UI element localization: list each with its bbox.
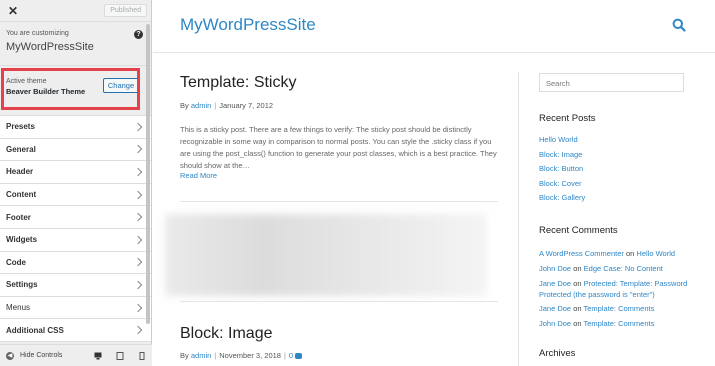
active-theme-section: Active theme Beaver Builder Theme Change <box>0 66 151 116</box>
comment-author-link[interactable]: John Doe <box>539 264 571 273</box>
published-button[interactable]: Published <box>104 4 147 17</box>
chevron-right-icon <box>133 167 143 177</box>
recent-post-link[interactable]: Block: Gallery <box>539 191 704 206</box>
menu-item-label: Presets <box>6 122 35 132</box>
chevron-right-icon <box>133 280 143 290</box>
post-date: November 3, 2018 <box>219 351 281 360</box>
help-icon[interactable]: ? <box>134 30 143 39</box>
meta-by: By <box>180 351 189 360</box>
recent-post-link[interactable]: Block: Image <box>539 148 704 163</box>
author-link[interactable]: admin <box>191 101 211 110</box>
comment-post-link[interactable]: Template: Comments <box>584 304 655 313</box>
search-icon[interactable] <box>672 18 686 32</box>
menu-item-label: Footer <box>6 212 31 222</box>
customizing-label: You are customizing <box>6 30 69 37</box>
post-date: January 7, 2012 <box>219 101 274 110</box>
hide-controls-button[interactable]: Hide Controls <box>20 352 62 359</box>
menu-item-label: General <box>6 144 36 154</box>
close-icon[interactable]: ✕ <box>6 4 20 18</box>
recent-posts-list: Hello World Block: Image Block: Button B… <box>539 133 704 206</box>
author-link[interactable]: admin <box>191 351 211 360</box>
menu-item-label: Additional CSS <box>6 325 64 335</box>
customizer-footer: ◀ Hide Controls <box>0 344 152 366</box>
menu-item-additional-css[interactable]: Additional CSS <box>0 319 151 342</box>
menu-item-header[interactable]: Header <box>0 161 151 184</box>
archives-title: Archives <box>539 348 576 359</box>
recent-posts-title: Recent Posts <box>539 113 596 124</box>
menu-item-label: Code <box>6 257 26 267</box>
recent-comment: John Doe on Edge Case: No Content <box>539 263 663 273</box>
recent-comments-list: A WordPress Commenter on Hello World Joh… <box>539 248 704 333</box>
post-meta: By admin | January 7, 2012 <box>180 101 274 110</box>
customizing-site-name: MyWordPressSite <box>6 41 94 53</box>
chevron-right-icon <box>133 212 143 222</box>
site-title[interactable]: MyWordPressSite <box>180 15 316 35</box>
comment-post-link[interactable]: Template: Comments <box>584 319 655 328</box>
comment-count-link[interactable]: 0 <box>289 351 293 360</box>
chevron-right-icon <box>133 258 143 267</box>
comment-icon <box>295 353 303 360</box>
read-more-link[interactable]: Read More <box>180 171 217 180</box>
menu-item-widgets[interactable]: Widgets <box>0 228 151 252</box>
menu-item-general[interactable]: General <box>0 138 151 162</box>
customizing-info: You are customizing MyWordPressSite ? <box>0 22 151 66</box>
chevron-right-icon <box>133 190 143 199</box>
customizer-header: ✕ Published <box>0 0 151 22</box>
menu-item-code[interactable]: Code <box>0 251 151 275</box>
menu-item-label: Settings <box>6 280 38 290</box>
comment-post-link[interactable]: Edge Case: No Content <box>584 264 663 273</box>
blurred-featured-image <box>165 214 487 296</box>
tablet-preview-icon[interactable] <box>116 352 124 360</box>
scrollbar-thumb[interactable] <box>146 24 150 324</box>
search-input[interactable]: Search <box>539 73 684 92</box>
menu-item-label: Header <box>6 167 34 177</box>
menu-item-label: Content <box>6 190 37 200</box>
chevron-right-icon <box>133 303 143 312</box>
comment-author-link[interactable]: John Doe <box>539 319 571 328</box>
desktop-preview-icon[interactable] <box>94 352 102 360</box>
recent-comment: A WordPress Commenter on Hello World <box>539 249 676 258</box>
site-preview: MyWordPressSite Template: Sticky By admi… <box>153 0 715 366</box>
highlight-box <box>1 68 140 110</box>
chevron-right-icon <box>133 235 143 245</box>
post-title[interactable]: Block: Image <box>180 325 272 343</box>
menu-item-footer[interactable]: Footer <box>0 206 151 229</box>
sidebar-scrollbar[interactable] <box>146 22 150 340</box>
menu-item-label: Menus <box>6 303 31 313</box>
menu-item-label: Widgets <box>6 235 38 245</box>
menu-item-menus[interactable]: Menus <box>0 296 151 320</box>
post-title[interactable]: Template: Sticky <box>180 74 296 92</box>
post-divider <box>180 301 498 302</box>
comment-author-link[interactable]: A WordPress Commenter <box>539 249 624 258</box>
header-divider <box>153 52 715 53</box>
collapse-icon[interactable]: ◀ <box>6 351 14 360</box>
chevron-right-icon <box>133 325 143 335</box>
post-meta: By admin | November 3, 2018 | 0 <box>180 351 303 360</box>
chevron-right-icon <box>133 145 143 154</box>
chevron-right-icon <box>133 122 143 132</box>
menu-item-content[interactable]: Content <box>0 183 151 207</box>
comment-author-link[interactable]: Jane Doe <box>539 279 571 288</box>
recent-comments-title: Recent Comments <box>539 225 618 236</box>
mobile-preview-icon[interactable] <box>138 352 146 360</box>
recent-post-link[interactable]: Block: Button <box>539 162 704 177</box>
customizer-menu: Presets General Header Content Footer Wi… <box>0 116 151 342</box>
menu-item-settings[interactable]: Settings <box>0 274 151 297</box>
meta-by: By <box>180 101 189 110</box>
post-excerpt: This is a sticky post. There are a few t… <box>180 125 497 170</box>
menu-item-presets[interactable]: Presets <box>0 116 151 139</box>
recent-comment: Jane Doe on Protected: Template: Passwor… <box>539 278 688 299</box>
recent-post-link[interactable]: Hello World <box>539 133 704 148</box>
recent-comment: John Doe on Template: Comments <box>539 319 655 329</box>
customizer-sidebar: ✕ Published You are customizing MyWordPr… <box>0 0 152 366</box>
post-divider <box>180 201 498 202</box>
comment-post-link[interactable]: Hello World <box>636 249 675 258</box>
content-sidebar-divider <box>518 72 519 366</box>
recent-comment: Jane Doe on Template: Comments <box>539 304 655 314</box>
comment-author-link[interactable]: Jane Doe <box>539 304 571 313</box>
recent-post-link[interactable]: Block: Cover <box>539 177 704 192</box>
